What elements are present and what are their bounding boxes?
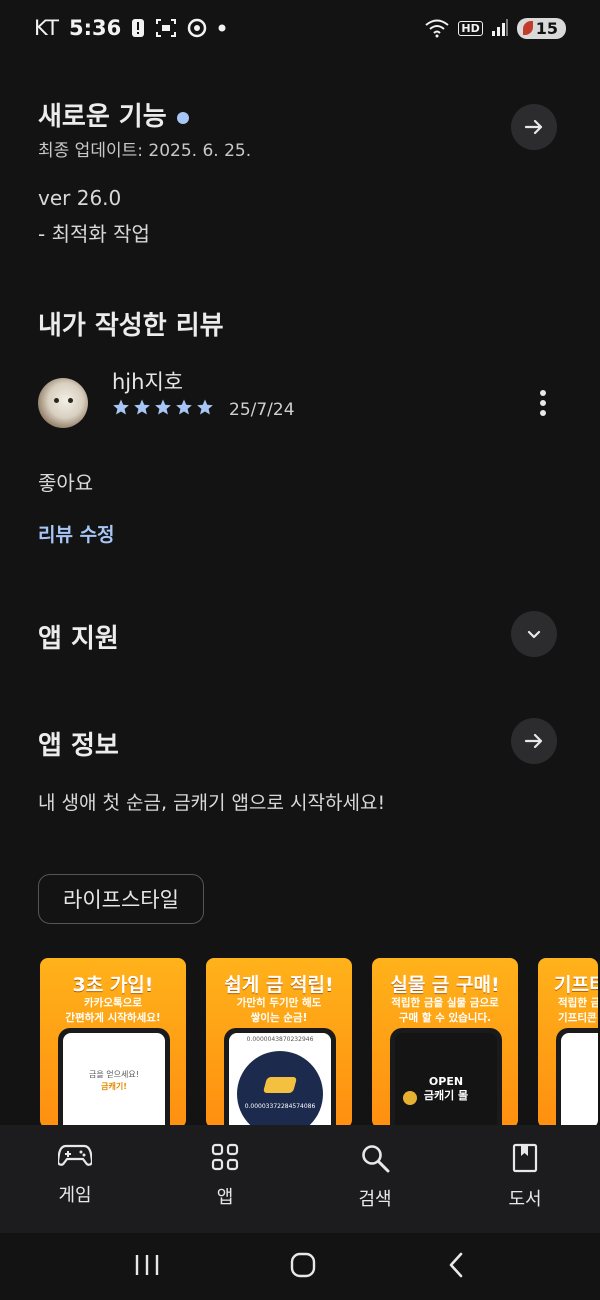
nav-item-games[interactable]: 게임 [15, 1125, 135, 1233]
app-description: 내 생애 첫 순금, 금캐기 앱으로 시작하세요! [38, 792, 386, 814]
gold-coin-icon [403, 1091, 417, 1105]
phone-mockup: OPEN 금캐기 몰 [390, 1028, 502, 1128]
nav-item-books[interactable]: 도서 [465, 1125, 585, 1233]
home-button[interactable] [289, 1251, 317, 1283]
chrome-icon [187, 18, 207, 38]
screenshot-carousel[interactable]: 3초 가입! 카카오톡으로 간편하게 시작하세요! 금을 얻으세요! 금캐기! 쉽… [40, 958, 598, 1128]
hd-icon: HD [458, 20, 483, 36]
star-icon [134, 399, 150, 415]
star-icon [113, 399, 129, 415]
app-support-expand-button[interactable] [511, 611, 557, 657]
gamepad-icon [58, 1144, 92, 1166]
star-icon [197, 399, 213, 415]
nav-label: 앱 [216, 1187, 234, 1208]
signal-icon [491, 19, 509, 37]
update-note: - 최적화 작업 [38, 222, 150, 246]
star-icon [176, 399, 192, 415]
nav-label: 게임 [58, 1185, 92, 1206]
my-review-title: 내가 작성한 리뷰 [38, 311, 224, 341]
screenshot-card[interactable]: 쉽게 금 적립! 가만히 두기만 해도 쌓이는 순금! 0.00000438702… [206, 958, 352, 1128]
app-info-title: 앱 정보 [38, 731, 119, 761]
more-options-button[interactable] [528, 386, 558, 420]
nav-item-search[interactable]: 검색 [315, 1125, 435, 1233]
nav-item-apps[interactable]: 앱 [165, 1125, 285, 1233]
battery-level: 15 [535, 18, 558, 38]
book-icon [512, 1143, 538, 1173]
avatar [38, 378, 88, 428]
last-updated: 최종 업데이트: 2025. 6. 25. [38, 141, 252, 161]
whats-new-arrow-button[interactable] [511, 104, 557, 150]
search-icon [362, 1145, 390, 1173]
phone-mockup: 0.0000043870232946 0.00003372284574086 [224, 1028, 336, 1128]
dot-icon [217, 23, 227, 33]
star-rating [112, 398, 214, 416]
screenshot-card[interactable]: 기프티 적립한 금 기프티콘 [538, 958, 598, 1128]
review-date: 25/7/24 [229, 400, 295, 420]
screenshot-icon [155, 18, 177, 38]
bottom-navigation: 게임 앱 검색 도서 [0, 1125, 600, 1233]
nav-label: 검색 [358, 1189, 392, 1210]
recent-apps-button[interactable] [134, 1253, 160, 1281]
system-navigation [0, 1233, 600, 1300]
app-support-title: 앱 지원 [38, 624, 119, 654]
phone-mockup: 금을 얻으세요! 금캐기! [58, 1028, 170, 1128]
apps-grid-icon [211, 1143, 239, 1171]
back-button[interactable] [446, 1251, 466, 1283]
home-icon [290, 1252, 316, 1277]
clock: 5:36 [68, 16, 122, 40]
version-text: ver 26.0 [38, 186, 122, 210]
category-chip[interactable]: 라이프스타일 [38, 874, 204, 924]
wifi-icon [424, 18, 450, 38]
back-icon [449, 1252, 462, 1277]
review-body: 좋아요 [38, 471, 94, 495]
screenshot-card[interactable]: 3초 가입! 카카오톡으로 간편하게 시작하세요! 금을 얻으세요! 금캐기! [40, 958, 186, 1128]
recent-apps-icon [136, 1254, 159, 1275]
phone-mockup [556, 1028, 598, 1128]
status-bar: KT 5:36 HD 15 [0, 0, 600, 56]
alert-icon [131, 18, 145, 38]
carrier-label: KT [34, 16, 59, 40]
gold-bar-icon [262, 1077, 298, 1093]
more-vertical-icon [540, 390, 546, 416]
app-info-arrow-button[interactable] [511, 718, 557, 764]
edit-review-link[interactable]: 리뷰 수정 [38, 520, 115, 547]
whats-new-title: 새로운 기능 [38, 96, 189, 133]
star-icon [155, 399, 171, 415]
chevron-down-icon [527, 630, 541, 639]
review-author: hjh지호 [112, 370, 184, 394]
arrow-right-icon [524, 733, 543, 749]
battery-icon: 15 [516, 17, 566, 39]
nav-label: 도서 [508, 1189, 542, 1210]
arrow-right-icon [524, 119, 543, 135]
new-indicator-dot [176, 111, 189, 124]
screenshot-card[interactable]: 실물 금 구매! 적립한 금을 실물 금으로 구매 할 수 있습니다. OPEN 금… [372, 958, 518, 1128]
